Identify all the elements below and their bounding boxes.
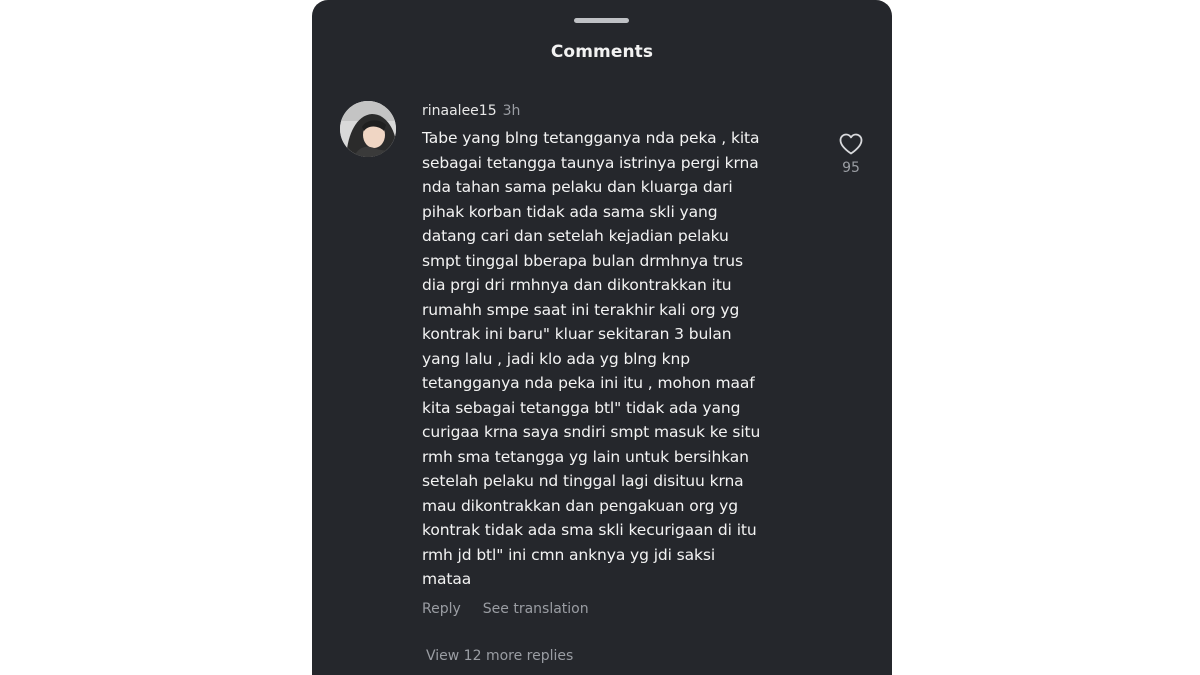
- comment-timestamp: 3h: [502, 103, 521, 119]
- comment-text-line: kita sebagai tetangga btl" tidak ada yan…: [422, 398, 741, 417]
- comment-text-line: mataa: [422, 570, 472, 588]
- comment-text-line: curigaa krna saya sndiri smpt masuk ke s…: [422, 423, 761, 441]
- comment-text-line: mau dikontrakkan dan pengakuan org yg: [422, 496, 738, 515]
- comment-text-line: kontrak tidak ada sma skli kecurigaan di…: [422, 521, 757, 539]
- comment-text-line: Tabe yang blng tetangganya nda peka , ki…: [422, 129, 760, 147]
- see-translation-button[interactable]: See translation: [483, 601, 589, 617]
- comment-meta: rinaalee15 3h: [422, 101, 812, 121]
- avatar-image: [340, 101, 396, 157]
- comment-text: Tabe yang blng tetangganya nda peka , ki…: [422, 126, 812, 592]
- comment-text-line: nda tahan sama pelaku dan kluarga dari: [422, 178, 733, 196]
- comment-text-line: dia prgi dri rmhnya dan dikontrakkan itu: [422, 276, 732, 294]
- comment-text-line: datang cari dan setelah kejadian pelaku: [422, 227, 729, 245]
- comment-text-line: pihak korban tidak ada sama skli yang: [422, 202, 718, 221]
- comment-text-line: rmh jd btl" ini cmn anknya yg jdi saksi: [422, 545, 716, 564]
- comment-text-line: rmh sma tetangga yg lain untuk bersihkan: [422, 447, 749, 466]
- comment-actions: Reply See translation: [422, 599, 812, 619]
- comment-text-line: rumahh smpe saat ini terakhir kali org y…: [422, 300, 740, 319]
- drag-handle[interactable]: [574, 18, 629, 23]
- heart-icon[interactable]: [838, 132, 864, 156]
- comment-text-line: tetangganya nda peka ini itu , mohon maa…: [422, 374, 755, 392]
- comment: rinaalee15 3h Tabe yang blng tetangganya …: [422, 101, 812, 619]
- comment-text-line: kontrak ini baru" kluar sekitaran 3 bula…: [422, 325, 732, 343]
- view-more-replies-button[interactable]: View 12 more replies: [426, 646, 573, 666]
- comment-text-line: smpt tinggal bberapa bulan drmhnya trus: [422, 251, 743, 270]
- like-button[interactable]: 95: [836, 132, 866, 177]
- comment-text-line: yang lalu , jadi klo ada yg blng knp: [422, 349, 691, 368]
- like-count: 95: [842, 160, 860, 176]
- sheet-title: Comments: [550, 42, 654, 62]
- comment-text-line: setelah pelaku nd tinggal lagi disituu k…: [422, 472, 744, 490]
- comment-username[interactable]: rinaalee15: [422, 103, 497, 119]
- comment-text-line: sebagai tetangga taunya istrinya pergi k…: [422, 153, 759, 172]
- reply-button[interactable]: Reply: [422, 601, 461, 617]
- comments-sheet: Comments rinaalee15 3h Tabe yang blng tet…: [312, 0, 892, 675]
- avatar[interactable]: [340, 101, 396, 157]
